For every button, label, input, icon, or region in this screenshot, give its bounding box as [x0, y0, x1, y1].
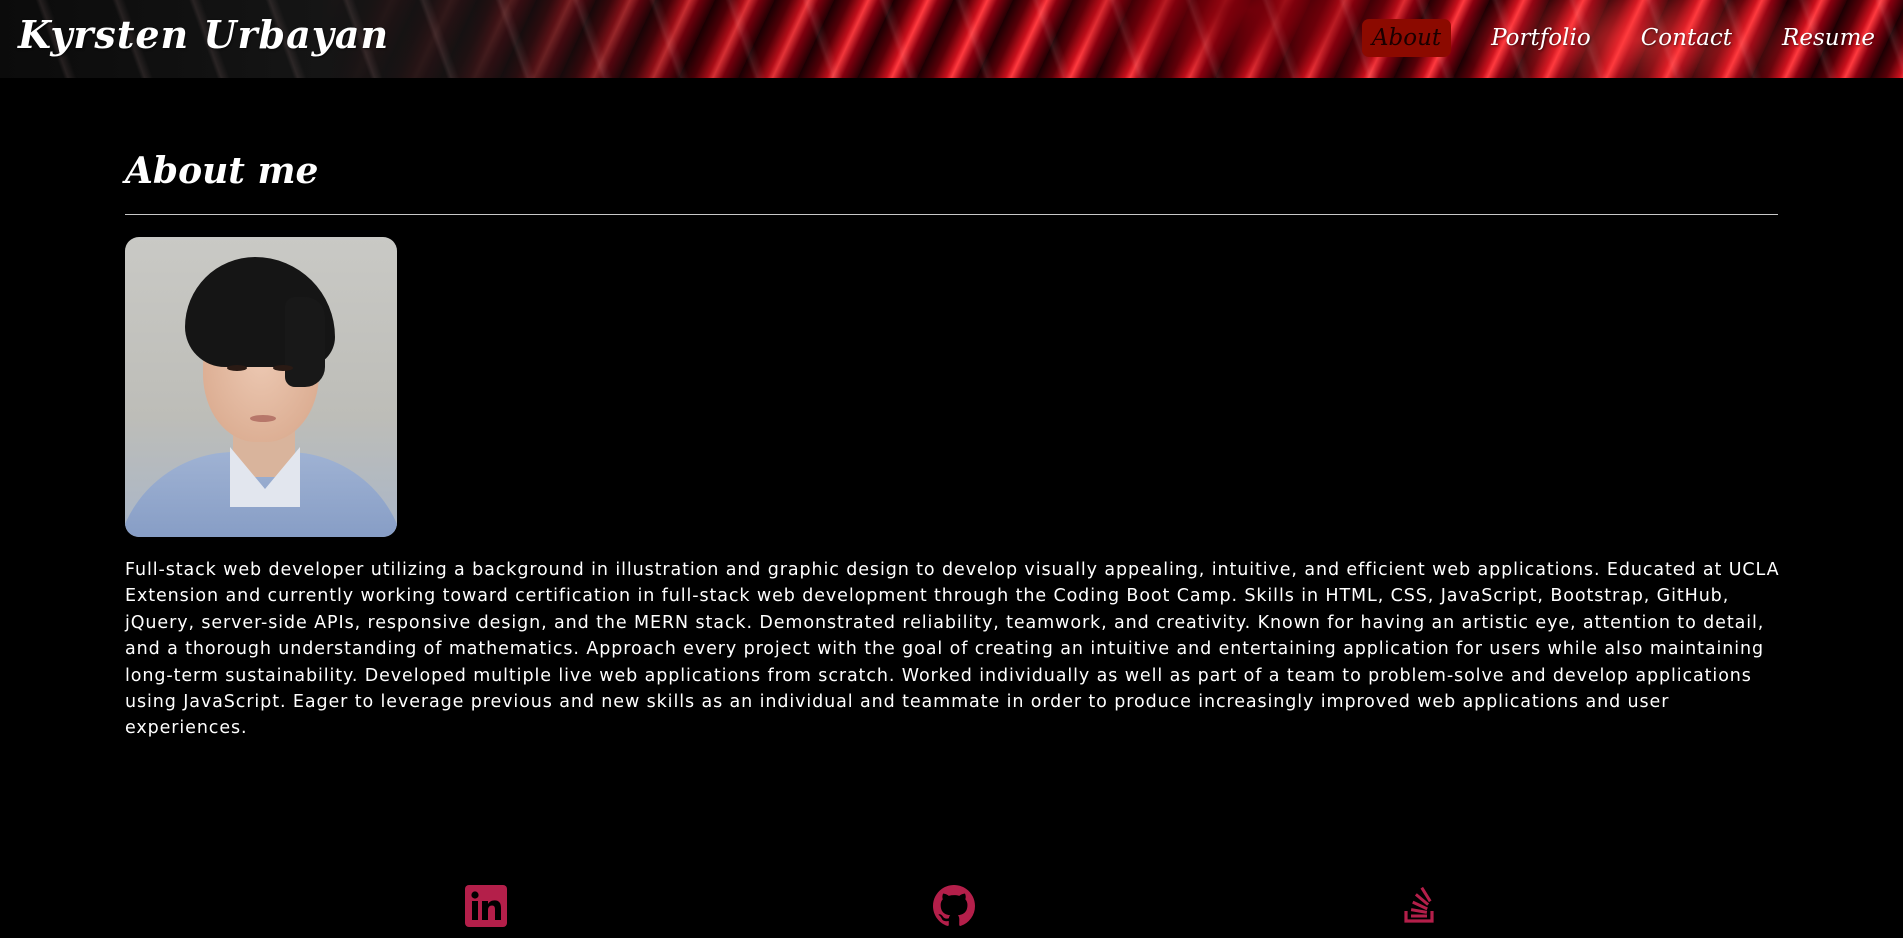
bio-text: Full-stack web developer utilizing a bac… [125, 560, 1780, 739]
profile-photo [125, 237, 397, 537]
nav-resume[interactable]: Resume [1772, 19, 1885, 57]
github-icon[interactable] [933, 885, 975, 927]
section-divider [125, 214, 1778, 215]
nav-contact[interactable]: Contact [1631, 19, 1742, 57]
stack-overflow-icon[interactable] [1400, 885, 1442, 927]
page-title: About me [125, 150, 319, 192]
main-nav: About Portfolio Contact Resume [1361, 19, 1903, 57]
nav-about[interactable]: About [1361, 19, 1452, 57]
linkedin-icon[interactable] [465, 885, 507, 927]
brand-name[interactable]: Kyrsten Urbayan [18, 12, 389, 57]
site-header: Kyrsten Urbayan About Portfolio Contact … [0, 0, 1903, 78]
nav-portfolio[interactable]: Portfolio [1481, 19, 1601, 57]
